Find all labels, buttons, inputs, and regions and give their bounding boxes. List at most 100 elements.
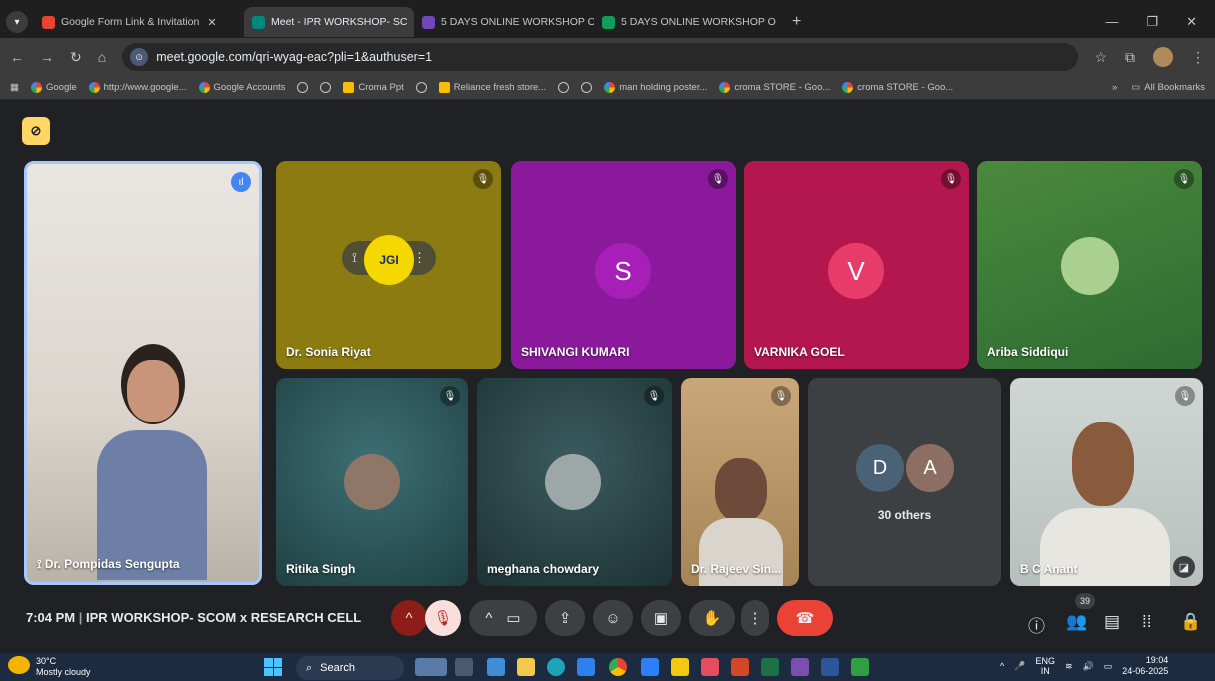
widgets-icon[interactable] [415,658,447,676]
bookmark-item[interactable] [558,82,570,93]
cloud-app-icon[interactable] [851,658,869,676]
avatar: V [828,243,884,299]
battery-icon[interactable]: ▭ [1104,661,1113,672]
reload-icon[interactable]: ↻ [70,49,82,66]
zoho-icon[interactable] [701,658,719,676]
tab-google-form[interactable]: Google Form Link & Invitation ✕ [34,7,244,37]
presentation-icon[interactable]: ◪ [1173,556,1195,578]
excel-icon[interactable] [761,658,779,676]
audio-options-button[interactable]: ^ [391,600,427,636]
bookmark-item[interactable] [297,82,309,93]
video-options-button[interactable]: ^ ▭ [469,600,537,636]
bookmark-item[interactable]: man holding poster... [604,82,707,93]
bookmark-item[interactable]: croma STORE - Goo... [842,82,953,93]
people-icon[interactable]: 👥 [1066,612,1087,632]
menu-kebab-icon[interactable]: ⋮ [1191,49,1205,66]
participant-name: Ariba Siddiqui [987,345,1069,359]
slides-icon [343,82,355,93]
camera-off-badge-icon[interactable]: ⊘ [22,117,50,145]
all-bookmarks-button[interactable]: ▭ All Bookmarks [1131,82,1205,93]
profile-avatar[interactable] [1153,47,1173,67]
bookmark-item[interactable] [320,82,332,93]
apps-grid-icon[interactable]: ▦ [10,82,19,93]
weather-widget[interactable]: 30°C Mostly cloudy [8,656,91,678]
google-icon [88,82,100,93]
new-tab-button[interactable]: + [792,13,801,31]
volume-icon[interactable]: 🔊 [1083,661,1094,672]
forward-icon[interactable]: → [40,49,54,65]
present-button[interactable]: ⇪ [545,600,585,636]
raise-hand-button[interactable]: ✋ [689,600,735,636]
participant-tile[interactable]: 🎙 ⟟ ⋮ JGI Dr. Sonia Riyat [276,161,501,369]
home-icon[interactable]: ⌂ [98,49,106,65]
word-icon[interactable] [821,658,839,676]
bookmark-item[interactable] [581,82,593,93]
bookmark-item[interactable]: http://www.google... [88,82,187,93]
captions-button[interactable]: ▣ [641,600,681,636]
store-icon[interactable] [577,658,595,676]
powerpoint-icon[interactable] [731,658,749,676]
chevron-up-icon[interactable]: ^ [1000,661,1004,671]
chrome-icon[interactable] [609,658,627,676]
participant-name: Ritika Singh [286,562,356,576]
participant-tile[interactable]: 🎙 Ritika Singh [276,378,468,586]
close-window-icon[interactable]: ✕ [1186,14,1197,30]
mic-off-icon: 🎙 [644,386,664,406]
more-vert-icon: ⋮ [747,610,763,627]
participant-tile[interactable]: 🎙 ◪ B C Anant [1010,378,1203,586]
participant-tile[interactable]: ıl ⟟ Dr. Pompidas Sengupta [24,161,262,585]
bookmark-item[interactable]: Google [30,82,77,93]
start-icon[interactable] [264,658,282,676]
power-automate-icon[interactable] [641,658,659,676]
bookmark-item[interactable]: Croma Ppt [343,82,404,93]
activities-icon[interactable]: ⁞⁞ [1142,612,1151,632]
mic-icon[interactable]: 🎤 [1014,661,1025,672]
edge-icon[interactable] [547,658,565,676]
restore-icon[interactable]: ❐ [1146,14,1158,30]
copilot-icon[interactable] [487,658,505,676]
back-icon[interactable]: ← [10,49,24,65]
participant-tile[interactable]: 🎙 S SHIVANGI KUMARI [511,161,736,369]
participant-tile[interactable]: 🎙 Dr. Rajeev Sin... [681,378,799,586]
meet-icon [252,15,265,29]
tab-search-button[interactable]: ▾ [6,11,28,33]
gmail-icon [42,15,55,29]
file-explorer-icon[interactable] [517,658,535,676]
leave-call-button[interactable]: ☎ [777,600,833,636]
participant-tile[interactable]: 🎙 V VARNIKA GOEL [744,161,969,369]
minimize-icon[interactable]: — [1105,14,1118,30]
bookmark-item[interactable]: Google Accounts [198,82,285,93]
pin-icon[interactable]: ⟟ [352,250,357,266]
taskbar-search[interactable]: ⌕ Search [296,656,404,680]
task-view-icon[interactable] [455,658,473,676]
bookmark-item[interactable]: croma STORE - Goo... [719,82,830,93]
close-icon[interactable]: ✕ [207,16,216,29]
bookmark-item[interactable]: Reliance fresh store... [438,82,546,93]
tab-workshop-1[interactable]: 5 DAYS ONLINE WORKSHOP O ✕ [414,7,594,37]
site-info-icon[interactable]: ⊙ [130,48,149,66]
host-controls-icon[interactable]: 🔒 [1180,612,1201,632]
url-field[interactable]: ⊙ meet.google.com/qri-wyag-eac?pli=1&aut… [122,43,1079,71]
tab-workshop-2[interactable]: 5 DAYS ONLINE WORKSHOP O ✕ [594,7,784,37]
participant-tile[interactable]: 🎙 Ariba Siddiqui [977,161,1202,369]
meeting-info-icon[interactable]: ⓘ [1028,612,1045,637]
power-bi-icon[interactable] [671,658,689,676]
mic-toggle-button[interactable]: 🎙 [425,600,461,636]
wifi-icon[interactable]: ≋ [1065,661,1073,672]
participant-count-badge: 39 [1075,593,1095,609]
language-indicator[interactable]: ENG IN [1035,656,1055,676]
bookmark-star-icon[interactable]: ☆ [1094,49,1107,66]
bookmark-item[interactable] [415,82,427,93]
chat-icon[interactable]: ▤ [1104,612,1120,632]
clock[interactable]: 19:04 24-06-2025 [1122,655,1168,677]
tab-meet[interactable]: Meet - IPR WORKSHOP- SC ✕ [244,7,414,37]
more-bookmarks-button[interactable]: » [1112,82,1117,93]
participant-tile[interactable]: 🎙 meghana chowdary [477,378,672,586]
more-options-icon[interactable]: ⋮ [413,250,426,266]
project-icon[interactable] [791,658,809,676]
camera-icon: ▭ [506,610,521,627]
reactions-button[interactable]: ☺ [593,600,633,636]
extensions-icon[interactable]: ⧉ [1125,49,1135,66]
more-options-button[interactable]: ⋮ [741,600,769,636]
others-tile[interactable]: D A 30 others [808,378,1001,586]
